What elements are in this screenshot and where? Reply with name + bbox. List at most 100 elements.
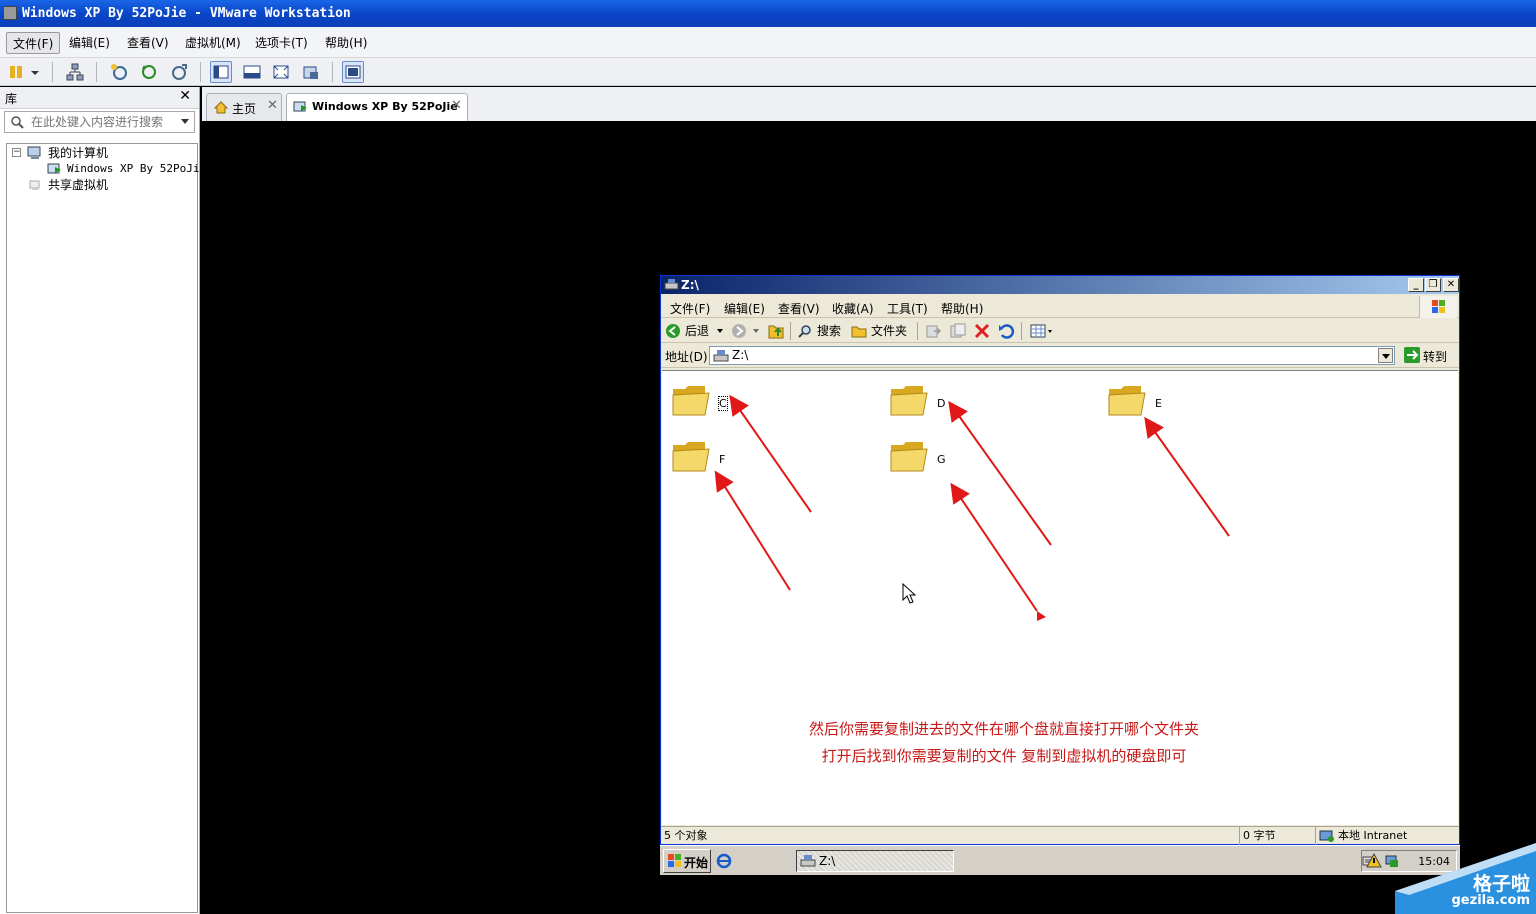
show-library-icon[interactable] bbox=[210, 61, 232, 83]
folder-d[interactable]: D bbox=[889, 381, 969, 427]
pause-icon[interactable] bbox=[6, 61, 28, 83]
guest-menu-help[interactable]: 帮助(H) bbox=[941, 300, 983, 317]
restore-button[interactable]: ❐ bbox=[1425, 278, 1441, 292]
guest-title-bar[interactable]: Z:\ _ ❐ ✕ bbox=[661, 276, 1459, 294]
forward-button[interactable] bbox=[729, 322, 761, 340]
menu-view[interactable]: 查看(V) bbox=[121, 32, 175, 54]
start-button[interactable]: 开始 bbox=[663, 849, 711, 873]
address-input[interactable]: Z:\ bbox=[709, 346, 1395, 365]
guest-menu-file[interactable]: 文件(F) bbox=[670, 300, 710, 317]
toolbar-separator bbox=[917, 322, 918, 340]
toolbar-separator bbox=[332, 62, 333, 82]
taskbar-item-explorer[interactable]: Z:\ bbox=[796, 850, 954, 872]
menu-edit[interactable]: 编辑(E) bbox=[63, 32, 116, 54]
snapshot-icon[interactable] bbox=[108, 61, 130, 83]
computer-icon bbox=[27, 146, 43, 160]
annotation-text: 然后你需要复制进去的文件在哪个盘就直接打开哪个文件夹 打开后找到你需要复制的文件… bbox=[754, 716, 1254, 770]
start-label: 开始 bbox=[684, 856, 709, 870]
library-tree: − 我的计算机 Windows XP By 52PoJie 共享虚拟机 bbox=[6, 143, 206, 913]
annotation-arrow bbox=[1144, 416, 1230, 537]
power-dropdown-icon[interactable] bbox=[28, 61, 42, 83]
tab-vm[interactable]: Windows XP By 52PoJie ✕ bbox=[286, 93, 468, 121]
guest-menu-tools[interactable]: 工具(T) bbox=[887, 300, 928, 317]
folder-icon bbox=[672, 386, 710, 416]
minimize-button[interactable]: _ bbox=[1408, 278, 1424, 292]
security-warning-icon[interactable] bbox=[1366, 853, 1382, 869]
tab-home-label: 主页 bbox=[232, 102, 257, 116]
move-to-icon[interactable] bbox=[925, 322, 943, 340]
tree-item-shared-vms[interactable]: 共享虚拟机 bbox=[48, 177, 108, 193]
folder-c[interactable]: C bbox=[671, 381, 751, 427]
search-label: 搜索 bbox=[817, 324, 842, 338]
tab-vm-label: Windows XP By 52PoJie bbox=[312, 100, 458, 113]
folder-label: G bbox=[937, 453, 946, 466]
forward-dropdown-icon[interactable] bbox=[753, 329, 759, 333]
annotation-line: 打开后找到你需要复制的文件 复制到虚拟机的硬盘即可 bbox=[821, 747, 1187, 765]
mouse-cursor-icon bbox=[902, 583, 917, 604]
go-button[interactable]: 转到 bbox=[1401, 346, 1457, 365]
library-header: 库 ✕ bbox=[0, 87, 199, 109]
guest-menu-edit[interactable]: 编辑(E) bbox=[724, 300, 765, 317]
status-zone-label: 本地 Intranet bbox=[1338, 829, 1408, 842]
network-drive-icon bbox=[664, 278, 679, 297]
tab-bar: 主页 ✕ Windows XP By 52PoJie ✕ bbox=[202, 87, 1536, 121]
menu-file[interactable]: 文件(F) bbox=[6, 32, 61, 54]
close-button[interactable]: ✕ bbox=[1443, 278, 1459, 292]
console-view-icon[interactable] bbox=[342, 61, 364, 83]
guest-address-bar: 地址(D) Z:\ 转到 bbox=[661, 344, 1459, 368]
tab-vm-close-button[interactable]: ✕ bbox=[451, 98, 462, 113]
views-button[interactable] bbox=[1029, 322, 1055, 340]
back-button[interactable]: 后退 bbox=[665, 322, 725, 340]
library-search-input[interactable] bbox=[29, 113, 179, 131]
unity-icon[interactable] bbox=[300, 61, 322, 83]
undo-icon[interactable] bbox=[997, 322, 1015, 340]
folder-e[interactable]: E bbox=[1107, 381, 1187, 427]
revert-snapshot-icon[interactable] bbox=[138, 61, 160, 83]
network-icon[interactable] bbox=[64, 61, 86, 83]
folder-g[interactable]: G bbox=[889, 437, 969, 483]
folder-icon bbox=[890, 442, 928, 472]
folder-label: F bbox=[719, 453, 726, 466]
host-title-bar: Windows XP By 52PoJie - VMware Workstati… bbox=[0, 0, 1536, 27]
back-label: 后退 bbox=[685, 324, 710, 338]
snapshot-manager-icon[interactable] bbox=[168, 61, 190, 83]
tree-item-my-computer[interactable]: 我的计算机 bbox=[48, 145, 108, 161]
menu-tabs[interactable]: 选项卡(T) bbox=[249, 32, 314, 54]
tab-home[interactable]: 主页 ✕ bbox=[206, 93, 282, 121]
shared-vm-icon bbox=[27, 178, 43, 192]
search-dropdown-icon[interactable] bbox=[181, 119, 189, 124]
folders-button[interactable]: 文件夹 bbox=[851, 322, 911, 340]
fullscreen-icon[interactable] bbox=[270, 61, 292, 83]
address-dropdown-icon[interactable] bbox=[1378, 348, 1393, 363]
show-thumbnail-icon[interactable] bbox=[241, 61, 263, 83]
annotation-arrow bbox=[714, 470, 791, 591]
menu-help[interactable]: 帮助(H) bbox=[319, 32, 373, 54]
status-size: 0 字节 bbox=[1239, 827, 1315, 845]
toolbar-separator bbox=[1021, 322, 1022, 340]
search-icon bbox=[10, 115, 24, 132]
back-dropdown-icon[interactable] bbox=[717, 329, 723, 333]
copy-to-icon[interactable] bbox=[949, 322, 967, 340]
guest-toolbar: 后退 搜索 文件夹 bbox=[661, 319, 1459, 343]
host-menu-bar: 文件(F) 编辑(E) 查看(V) 虚拟机(M) 选项卡(T) 帮助(H) bbox=[0, 27, 1536, 58]
delete-icon[interactable] bbox=[973, 322, 991, 340]
tab-home-close-button[interactable]: ✕ bbox=[267, 98, 278, 113]
tree-collapse-toggle[interactable]: − bbox=[12, 148, 21, 157]
menu-vm[interactable]: 虚拟机(M) bbox=[179, 32, 247, 54]
guest-menu-favorites[interactable]: 收藏(A) bbox=[832, 300, 874, 317]
folder-label: D bbox=[937, 397, 946, 410]
folder-f[interactable]: F bbox=[671, 437, 751, 483]
folder-view[interactable]: C D E F G 然后你需要复制进去的文件在哪个盘就直接打开哪个文件夹 打开后… bbox=[662, 370, 1458, 825]
library-search-box[interactable] bbox=[4, 111, 195, 133]
guest-explorer-window: Z:\ _ ❐ ✕ 文件(F) 编辑(E) 查看(V) 收藏(A) 工具(T) … bbox=[660, 275, 1460, 845]
intranet-icon bbox=[1319, 830, 1334, 842]
tree-item-vm[interactable]: Windows XP By 52PoJie bbox=[67, 161, 206, 177]
views-icon bbox=[1030, 324, 1052, 338]
library-close-button[interactable]: ✕ bbox=[179, 88, 191, 104]
search-button[interactable]: 搜索 bbox=[797, 322, 845, 340]
folder-icon bbox=[890, 386, 928, 416]
internet-explorer-icon[interactable] bbox=[716, 853, 732, 872]
up-folder-icon[interactable] bbox=[767, 322, 785, 340]
annotation-arrow bbox=[950, 482, 1038, 612]
guest-menu-view[interactable]: 查看(V) bbox=[778, 300, 820, 317]
